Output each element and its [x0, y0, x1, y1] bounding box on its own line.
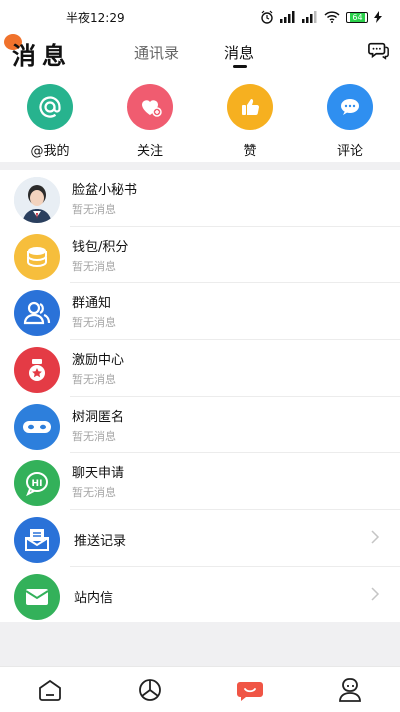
list-item-inbox-mail[interactable]: 站内信 — [0, 567, 400, 624]
list-item-subtitle: 暂无消息 — [72, 259, 116, 273]
wifi-icon — [324, 11, 340, 23]
home-icon — [39, 679, 61, 701]
list-item-title: 聊天申请 — [72, 466, 125, 482]
list-item-title: 激励中心 — [72, 353, 125, 369]
status-bar: 半夜12:29 64 — [0, 0, 400, 34]
nav-profile[interactable] — [336, 676, 364, 704]
incentive-icon — [14, 347, 60, 394]
alarm-icon — [261, 10, 273, 24]
quick-action-label: 关注 — [136, 144, 163, 159]
list-item-title: 推送记录 — [74, 534, 127, 550]
nav-messages[interactable] — [236, 676, 264, 704]
coins-icon — [14, 233, 60, 280]
chat-bubbles-icon[interactable] — [368, 40, 390, 62]
anonymous-mask-icon — [14, 403, 60, 450]
section-divider — [0, 162, 400, 170]
quick-action-mentions[interactable]: @我的 — [0, 84, 100, 160]
at-icon — [27, 84, 73, 130]
push-record-icon — [14, 517, 60, 564]
quick-action-likes[interactable]: 赞 — [200, 84, 300, 160]
list-item-subtitle: 暂无消息 — [72, 316, 116, 330]
quick-actions: @我的 关注 赞 评论 — [0, 84, 400, 160]
list-item-title: 脸盆小秘书 — [72, 183, 138, 198]
chevron-right-icon — [371, 587, 380, 601]
status-time: 半夜12:29 — [66, 10, 125, 25]
list-item-anonymous[interactable]: 树洞匿名 暂无消息 — [0, 397, 400, 454]
quick-action-label: @我的 — [30, 144, 70, 159]
comment-icon — [327, 84, 373, 130]
battery-icon: 64 — [346, 11, 368, 23]
tab-contacts[interactable]: 通讯录 — [134, 42, 179, 63]
header: 消息 通讯录 消息 — [0, 34, 400, 74]
list-item-group-notice[interactable]: 群通知 暂无消息 — [0, 283, 400, 341]
signal-icon-2 — [302, 11, 317, 23]
list-item-incentive[interactable]: 激励中心 暂无消息 — [0, 340, 400, 397]
list-item-wallet[interactable]: 钱包/积分 暂无消息 — [0, 227, 400, 284]
message-list: 脸盆小秘书 暂无消息 钱包/积分 暂无消息 群通知 暂无消息 激励中心 暂无消息… — [0, 170, 400, 624]
group-icon — [14, 290, 60, 337]
svg-text:HI: HI — [32, 479, 43, 489]
profile-icon — [339, 677, 361, 702]
chevron-right-icon — [371, 530, 380, 544]
bottom-nav — [0, 666, 400, 712]
page-title: 消息 — [12, 42, 72, 70]
thumbs-up-icon — [227, 84, 273, 130]
tab-indicator — [233, 65, 247, 68]
list-item-subtitle: 暂无消息 — [72, 373, 116, 387]
chat-request-icon: HI — [14, 460, 60, 507]
list-item-push-record[interactable]: 推送记录 — [0, 510, 400, 567]
list-item-title: 树洞匿名 — [72, 409, 125, 425]
list-item-chat-request[interactable]: HI 聊天申请 暂无消息 — [0, 453, 400, 511]
quick-action-label: 赞 — [243, 144, 257, 159]
mail-icon — [14, 573, 60, 620]
nav-discover[interactable] — [136, 676, 164, 704]
quick-action-comments[interactable]: 评论 — [300, 84, 400, 160]
list-item-title: 钱包/积分 — [72, 239, 129, 255]
heart-plus-icon — [127, 84, 173, 130]
charging-icon — [374, 11, 382, 23]
nav-home[interactable] — [36, 676, 64, 704]
list-item-subtitle: 暂无消息 — [72, 486, 116, 500]
list-item-subtitle: 暂无消息 — [72, 203, 116, 216]
list-item-title: 群通知 — [72, 296, 112, 312]
battery-level: 64 — [350, 12, 365, 22]
tab-messages[interactable]: 消息 — [224, 42, 254, 63]
list-item-title: 站内信 — [74, 590, 114, 606]
assistant-avatar — [14, 177, 60, 223]
signal-icon — [280, 11, 295, 23]
status-icons: 64 — [260, 10, 382, 24]
list-item-assistant[interactable]: 脸盆小秘书 暂无消息 — [0, 170, 400, 227]
quick-action-follow[interactable]: 关注 — [100, 84, 200, 160]
empty-space — [0, 622, 400, 666]
message-icon — [237, 681, 263, 701]
quick-action-label: 评论 — [336, 144, 363, 159]
list-item-subtitle: 暂无消息 — [72, 429, 116, 443]
discover-icon — [139, 678, 161, 701]
